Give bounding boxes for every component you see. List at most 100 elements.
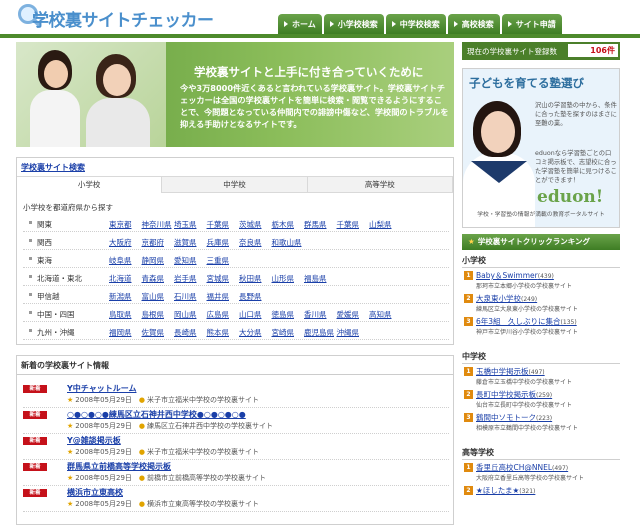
prefecture-link[interactable]: 宮崎県 xyxy=(272,327,305,338)
nav-button-3[interactable]: 高校検索 xyxy=(447,14,500,34)
prefecture-link[interactable]: 佐賀県 xyxy=(142,327,175,338)
ranking-item-name: 6年3組 久しぶりに集合 xyxy=(476,317,561,326)
prefecture-link[interactable]: 京都府 xyxy=(142,237,175,248)
news-item-desc: 練馬区立石神井西中学校の学校裏サイト xyxy=(147,422,274,430)
ranking-item-link[interactable]: ★ほしたま★(321) xyxy=(476,485,535,496)
nav-button-1[interactable]: 小学校検索 xyxy=(323,14,384,34)
region-name: 中国・四国 xyxy=(37,310,75,319)
ranking-item: 3 鶴間中ソモトーク(223) 相模原市立鶴間中学校の学校裏サイト xyxy=(464,412,620,436)
prefecture-link[interactable]: 神奈川県 xyxy=(142,219,175,230)
ranking-item-desc: 練馬区立大泉東小学校の学校裏サイト xyxy=(476,306,579,313)
site-count-box: 現在の学校裏サイト登録数 106件 xyxy=(462,42,620,60)
ranking-item-name: Baby＆Swimmer xyxy=(476,271,538,280)
ranking-item: 3 6年3組 久しぶりに集合(135) 神戸市立伊川谷小学校の学校裏サイト xyxy=(464,316,620,340)
ranking-item-link[interactable]: 香里丘高校CH@NNEL(497) xyxy=(476,462,568,473)
region-name: 北海道・東北 xyxy=(37,274,82,283)
prefecture-link[interactable]: 千葉県 xyxy=(207,219,240,230)
site-logo[interactable]: 学校裏サイトチェッカー xyxy=(18,4,214,31)
prefecture-link[interactable]: 奈良県 xyxy=(239,237,272,248)
news-item-date: 2008年05月29日 xyxy=(75,448,132,456)
prefecture-link[interactable]: 富山県 xyxy=(142,291,175,302)
prefecture-link[interactable]: 愛知県 xyxy=(174,255,207,266)
prefecture-link[interactable]: 広島県 xyxy=(207,309,240,320)
prefecture-link[interactable]: 大分県 xyxy=(239,327,272,338)
nav-button-2[interactable]: 中学校検索 xyxy=(385,14,446,34)
prefecture-link[interactable]: 山口県 xyxy=(239,309,272,320)
prefecture-link[interactable]: 熊本県 xyxy=(207,327,240,338)
ranking-item-desc: 那珂市立本郷小学校の学校裏サイト xyxy=(476,283,573,290)
region-row: 中国・四国 鳥取県 島根県 岡山県 広島県 山口県 徳島県 香川県 愛媛県 高知県 xyxy=(23,306,449,322)
prefecture-link[interactable]: 宮城県 xyxy=(207,273,240,284)
prefecture-link[interactable]: 大阪府 xyxy=(109,237,142,248)
ranking-item-link[interactable]: Baby＆Swimmer(439) xyxy=(476,270,554,281)
ranking-item-name: 大泉東小学校 xyxy=(476,294,521,303)
prefecture-link[interactable]: 徳島県 xyxy=(272,309,305,320)
prefecture-link[interactable]: 東京都 xyxy=(109,219,142,230)
news-item-title[interactable]: Y中チャットルーム xyxy=(67,383,136,394)
news-item-title[interactable]: 群馬県立前橋高等学校掲示板 xyxy=(67,461,171,472)
bullet-icon xyxy=(29,257,32,260)
tab-school-type-0[interactable]: 小学校 xyxy=(17,177,163,193)
prefecture-link[interactable]: 青森県 xyxy=(142,273,175,284)
prefecture-link[interactable]: 埼玉県 xyxy=(174,219,207,230)
ranking-item-link[interactable]: 大泉東小学校(249) xyxy=(476,293,537,304)
ranking-item-link[interactable]: 6年3組 久しぶりに集合(135) xyxy=(476,316,577,327)
prefecture-link[interactable]: 石川県 xyxy=(174,291,207,302)
news-item-title[interactable]: ○●○●○●練馬区立石神井西中学校●○●○●○● xyxy=(67,409,246,420)
nav-label: サイト申請 xyxy=(515,19,556,29)
prefecture-links: 新潟県 富山県 石川県 福井県 長野県 xyxy=(109,291,272,302)
prefecture-link[interactable]: 千葉県 xyxy=(337,219,370,230)
news-item-title[interactable]: Y@雑談掲示板 xyxy=(67,435,121,446)
prefecture-link[interactable]: 静岡県 xyxy=(142,255,175,266)
ranking-item-link[interactable]: 玉橋中学掲示板(497) xyxy=(476,366,545,377)
prefecture-link[interactable]: 和歌山県 xyxy=(272,237,305,248)
prefecture-link[interactable]: 山梨県 xyxy=(369,219,402,230)
prefecture-link[interactable]: 香川県 xyxy=(304,309,337,320)
eduon-ad-banner[interactable]: 子どもを育てる塾選び 沢山の学習塾の中から、条件に合った塾を探すのはまさに至難の… xyxy=(462,68,620,228)
nav-button-4[interactable]: サイト申請 xyxy=(501,14,562,34)
prefecture-link[interactable]: 沖縄県 xyxy=(337,327,370,338)
prefecture-link[interactable]: 山形県 xyxy=(272,273,305,284)
prefecture-link[interactable]: 長崎県 xyxy=(174,327,207,338)
ranking-title: 学校裏サイトクリックランキング xyxy=(477,237,591,246)
nav-label: 小学校検索 xyxy=(337,19,378,29)
prefecture-link[interactable]: 三重県 xyxy=(207,255,240,266)
nav-arrow-icon xyxy=(329,21,334,27)
tab-school-type-2[interactable]: 高等学校 xyxy=(307,177,453,193)
ranking-item-link[interactable]: 長町中学校掲示板(259) xyxy=(476,389,552,400)
prefecture-link[interactable]: 福島県 xyxy=(304,273,337,284)
prefecture-link[interactable]: 愛媛県 xyxy=(337,309,370,320)
prefecture-link[interactable]: 島根県 xyxy=(142,309,175,320)
tab-school-type-1[interactable]: 中学校 xyxy=(162,177,308,193)
search-panel-title[interactable]: 学校裏サイト検索 xyxy=(21,162,85,173)
nav-button-0[interactable]: ホーム xyxy=(278,14,322,34)
prefecture-link[interactable]: 北海道 xyxy=(109,273,142,284)
prefecture-link[interactable]: 岩手県 xyxy=(174,273,207,284)
prefecture-link[interactable]: 鹿児島県 xyxy=(304,327,337,338)
prefecture-link[interactable]: 福岡県 xyxy=(109,327,142,338)
news-item-title[interactable]: 横浜市立東高校 xyxy=(67,487,123,498)
rank-number: 3 xyxy=(464,413,473,422)
prefecture-link[interactable]: 長野県 xyxy=(239,291,272,302)
prefecture-link[interactable]: 新潟県 xyxy=(109,291,142,302)
prefecture-link[interactable]: 岐阜県 xyxy=(109,255,142,266)
prefecture-links: 大阪府 京都府 滋賀県 兵庫県 奈良県 和歌山県 xyxy=(109,237,304,248)
prefecture-link[interactable]: 茨城県 xyxy=(239,219,272,230)
new-badge: 新着 xyxy=(23,385,47,393)
ranking-item-count: (223) xyxy=(536,415,553,422)
ranking-category-label: 中学校 xyxy=(462,352,486,361)
ranking-item-desc: 相模原市立鶴間中学校の学校裏サイト xyxy=(476,425,579,432)
prefecture-link[interactable]: 岡山県 xyxy=(174,309,207,320)
prefecture-link[interactable]: 兵庫県 xyxy=(207,237,240,248)
prefecture-link[interactable]: 滋賀県 xyxy=(174,237,207,248)
prefecture-link[interactable]: 高知県 xyxy=(369,309,402,320)
prefecture-link[interactable]: 群馬県 xyxy=(304,219,337,230)
ranking-item-desc: 藤倉市立玉橋中学校の学校裏サイト xyxy=(476,379,573,386)
prefecture-link[interactable]: 秋田県 xyxy=(239,273,272,284)
ranking-item-link[interactable]: 鶴間中ソモトーク(223) xyxy=(476,412,552,423)
prefecture-link[interactable]: 栃木県 xyxy=(272,219,305,230)
ad-title: 子どもを育てる塾選び xyxy=(469,76,584,90)
ranking-item-desc: 仙台市立長町中学校の学校裏サイト xyxy=(476,402,573,409)
prefecture-link[interactable]: 鳥取県 xyxy=(109,309,142,320)
prefecture-link[interactable]: 福井県 xyxy=(207,291,240,302)
